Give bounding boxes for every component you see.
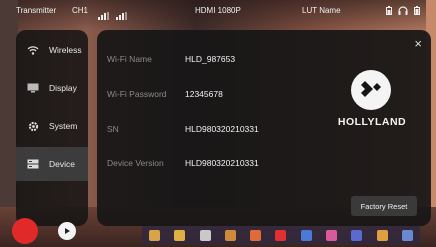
tool-icon[interactable] — [199, 229, 211, 241]
menu-item-display[interactable]: Display — [16, 71, 88, 105]
device-icon — [26, 158, 40, 170]
tool-icon[interactable] — [325, 229, 337, 241]
sn-value: HLD980320210331 — [185, 124, 259, 134]
settings-menu: Wireless Display System Device — [16, 30, 88, 226]
menu-item-wireless[interactable]: Wireless — [16, 33, 88, 67]
record-button[interactable] — [12, 218, 38, 244]
lut-label: LUT Name — [302, 6, 341, 15]
battery-icon — [386, 6, 392, 17]
tool-icon[interactable] — [250, 229, 262, 241]
wifi-password-label: Wi-Fi Password — [107, 89, 167, 99]
play-button[interactable] — [58, 222, 76, 240]
brand-name: HOLLYLAND — [337, 116, 407, 128]
tool-icon[interactable] — [149, 229, 161, 241]
sn-label: SN — [107, 124, 119, 134]
factory-reset-button[interactable]: Factory Reset — [351, 196, 417, 216]
wifi-name-value: HLD_987653 — [185, 54, 236, 64]
menu-item-label: System — [49, 121, 78, 131]
device-version-value: HLD980320210331 — [185, 158, 259, 168]
menu-item-label: Device — [49, 159, 75, 169]
headphone-icon — [398, 6, 408, 17]
device-version-label: Device Version — [107, 158, 164, 168]
tool-icon[interactable] — [376, 229, 388, 241]
menu-item-system[interactable]: System — [16, 109, 88, 143]
menu-item-device[interactable]: Device — [16, 147, 88, 181]
wifi-password-value: 12345678 — [185, 89, 223, 99]
play-icon — [65, 228, 70, 234]
gear-icon — [26, 120, 40, 132]
tool-icon[interactable] — [300, 229, 312, 241]
hollyland-logo-icon — [351, 70, 391, 110]
tool-icon[interactable] — [224, 229, 236, 241]
mode-label: Transmitter — [16, 6, 57, 15]
battery-icon-2 — [414, 6, 420, 17]
wifi-icon — [26, 44, 40, 56]
channel-label: CH1 — [72, 6, 89, 15]
close-icon[interactable]: × — [414, 37, 422, 50]
menu-item-label: Display — [49, 83, 77, 93]
wifi-name-label: Wi-Fi Name — [107, 54, 152, 64]
tool-icon[interactable] — [351, 229, 363, 241]
status-bar: Transmitter CH1 HDMI 1080P LUT Name — [0, 0, 436, 22]
hdmi-label: HDMI 1080P — [195, 6, 241, 15]
tool-icon[interactable] — [401, 229, 413, 241]
menu-item-label: Wireless — [49, 45, 82, 55]
tool-icon[interactable] — [174, 229, 186, 241]
tool-tray — [142, 226, 420, 244]
device-info-panel: × Wi-Fi Name HLD_987653 Wi-Fi Password 1… — [97, 30, 431, 226]
monitor-icon — [26, 82, 40, 94]
tool-icon[interactable] — [275, 229, 287, 241]
